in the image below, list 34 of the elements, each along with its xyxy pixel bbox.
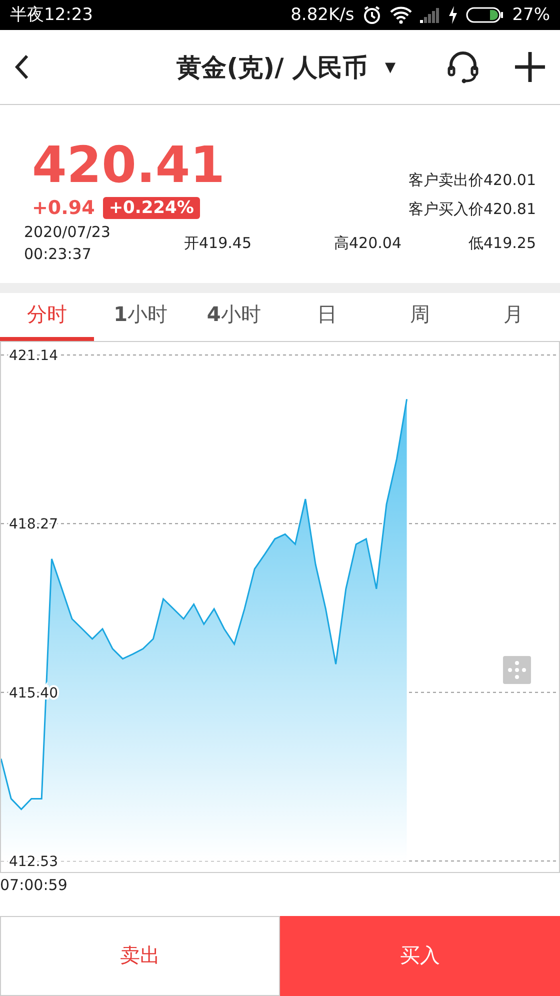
network-speed: 8.82K/s [290,4,354,25]
charging-icon [448,6,458,24]
signal-icon [420,6,440,23]
period-tab[interactable]: 日 [280,293,374,341]
alarm-icon [362,4,382,25]
open-price: 开419.45 [184,234,252,253]
period-tab[interactable]: 分时 [0,293,94,341]
change-percent-badge: +0.224% [102,197,200,220]
battery-percent: 27% [512,4,550,25]
current-price: 420.41 [32,137,225,194]
sell-price: 客户卖出价420.01 [408,171,536,190]
time-axis-label: 07:00:59 [0,876,68,894]
status-time: 半夜12:23 [10,4,93,26]
axis-label: 418.27 [9,516,58,532]
low-price: 低419.25 [468,234,536,253]
add-icon[interactable] [514,51,546,84]
headset-icon[interactable] [446,50,480,84]
axis-label: 421.14 [9,348,58,364]
high-price: 高420.04 [334,234,402,253]
quote-time: 00:23:37 [24,244,92,266]
wifi-icon [390,6,412,24]
period-tab[interactable]: 1小时 [94,293,188,341]
buy-price: 客户买入价420.81 [408,200,536,220]
battery-icon [466,6,504,24]
period-tab[interactable]: 周 [374,293,467,341]
back-icon[interactable] [14,54,30,80]
period-tab[interactable]: 月 [466,293,560,341]
sell-button[interactable]: 卖出 [0,916,280,996]
quote-date: 2020/07/23 [24,222,112,244]
dropdown-toggle[interactable]: ▼ [381,56,400,78]
period-tab[interactable]: 4小时 [187,293,280,341]
price-change: +0.94 [32,197,95,220]
axis-label: 412.53 [9,854,58,870]
page-title: 黄金(克)/ 人民币 [176,52,368,84]
